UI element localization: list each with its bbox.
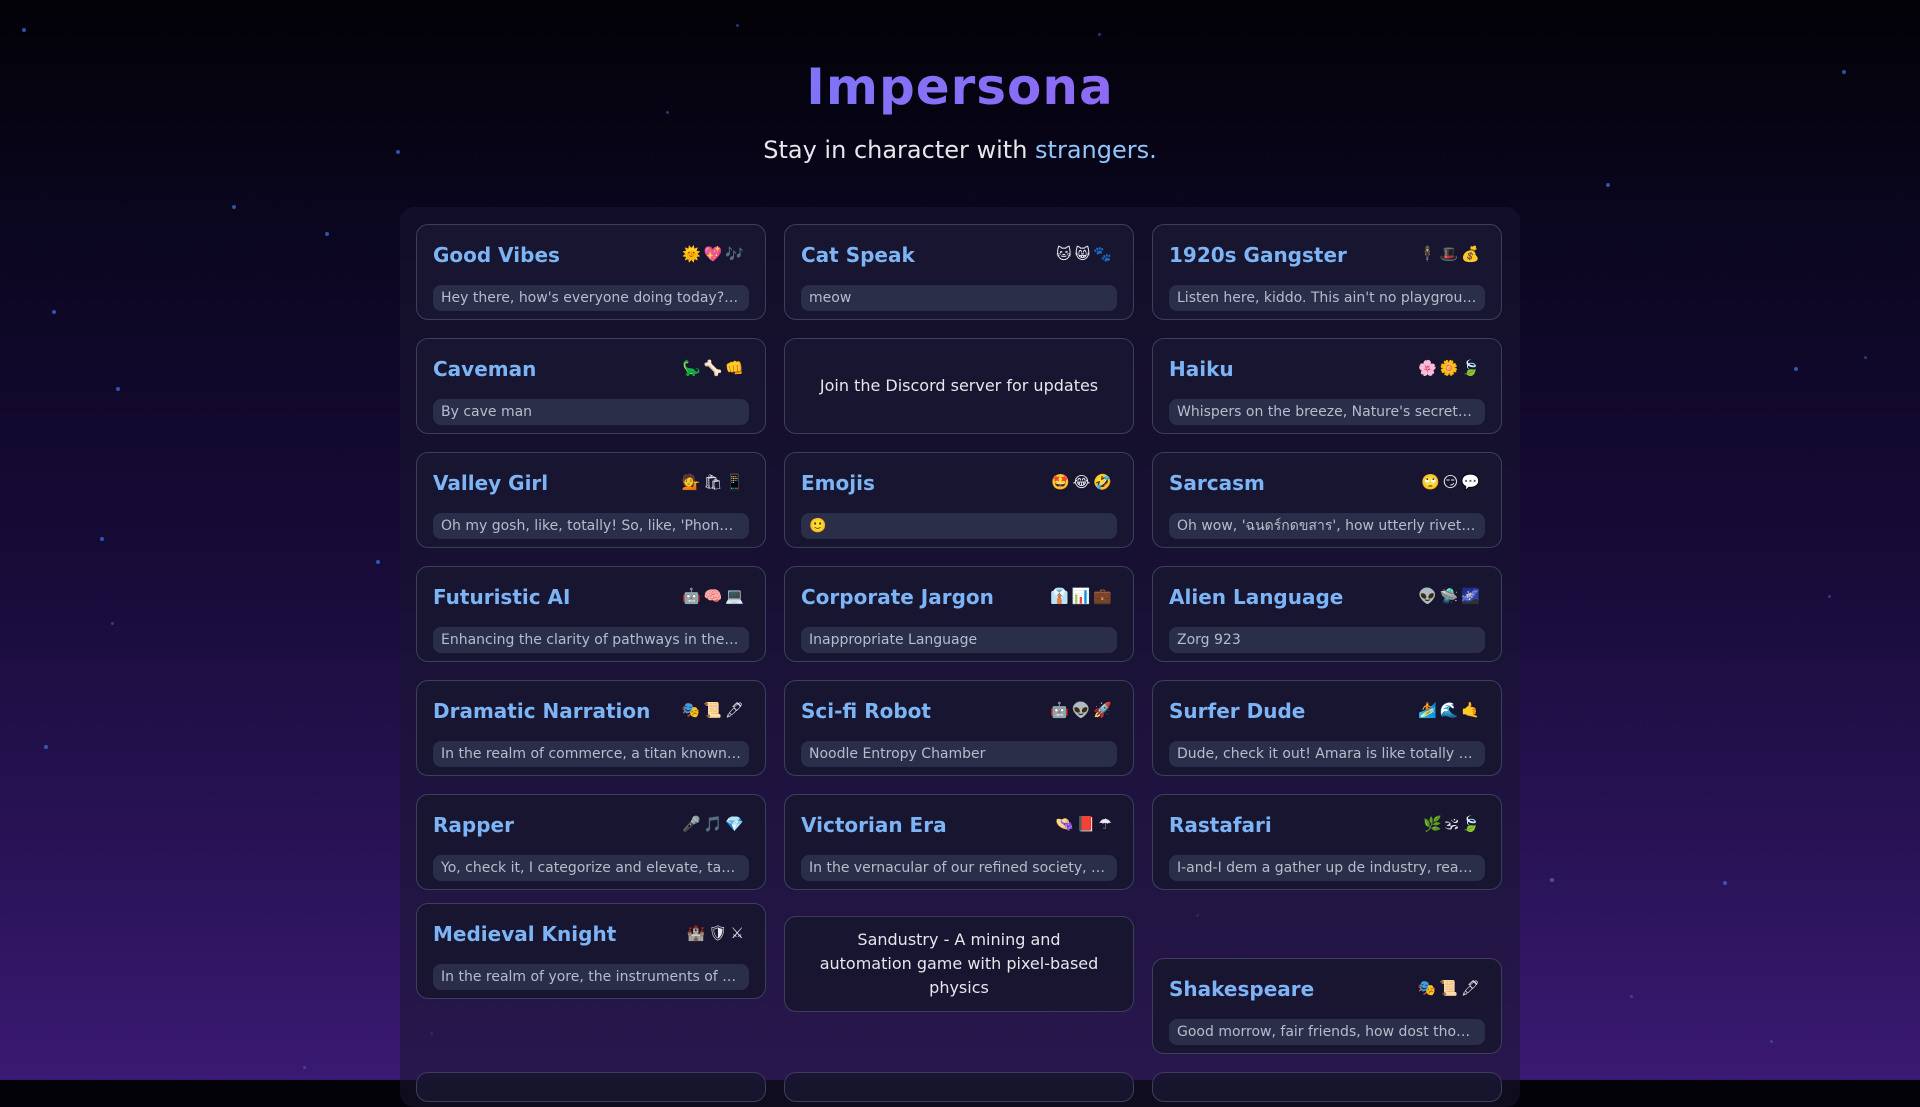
persona-card-emojis[interactable]: Emojis 🤩😂🤣 🙂 bbox=[784, 452, 1134, 548]
persona-card-rapper[interactable]: Rapper 🎤🎵💎 Yo, check it, I categorize an… bbox=[416, 794, 766, 890]
persona-card-partial[interactable] bbox=[784, 1072, 1134, 1102]
app-title: Impersona bbox=[0, 58, 1920, 116]
persona-card-futuristic-ai[interactable]: Futuristic AI 🤖🧠💻 Enhancing the clarity … bbox=[416, 566, 766, 662]
persona-emoji-icons: 👽🛸🌌 bbox=[1417, 587, 1483, 605]
persona-preview: In the realm of yore, the instruments of… bbox=[433, 964, 749, 990]
persona-title: Caveman bbox=[433, 357, 537, 381]
persona-preview: In the realm of commerce, a titan known … bbox=[433, 741, 749, 767]
persona-preview: Dude, check it out! Amara is like totall… bbox=[1169, 741, 1485, 767]
persona-card-sci-fi-robot[interactable]: Sci-fi Robot 🤖👽🚀 Noodle Entropy Chamber bbox=[784, 680, 1134, 776]
persona-title: Sarcasm bbox=[1169, 471, 1265, 495]
persona-title: Victorian Era bbox=[801, 813, 947, 837]
persona-title: Emojis bbox=[801, 471, 875, 495]
persona-emoji-icons: 🏄🌊🤙 bbox=[1417, 701, 1483, 719]
persona-emoji-icons: 🏰🛡⚔ bbox=[686, 924, 747, 942]
persona-card-good-vibes[interactable]: Good Vibes 🌞💖🎶 Hey there, how's everyone… bbox=[416, 224, 766, 320]
persona-preview: Listen here, kiddo. This ain't no playgr… bbox=[1169, 285, 1485, 311]
persona-title: Cat Speak bbox=[801, 243, 915, 267]
persona-card-victorian-era[interactable]: Victorian Era 👒📕☂ In the vernacular of o… bbox=[784, 794, 1134, 890]
persona-preview: meow bbox=[801, 285, 1117, 311]
persona-preview: Hey there, how's everyone doing today? S… bbox=[433, 285, 749, 311]
persona-preview: Zorg 923 bbox=[1169, 627, 1485, 653]
persona-card-surfer-dude[interactable]: Surfer Dude 🏄🌊🤙 Dude, check it out! Amar… bbox=[1152, 680, 1502, 776]
persona-title: Valley Girl bbox=[433, 471, 549, 495]
persona-card-shakespeare[interactable]: Shakespeare 🎭📜🖋 Good morrow, fair friend… bbox=[1152, 958, 1502, 1054]
persona-card-corporate-jargon[interactable]: Corporate Jargon 👔📊💼 Inappropriate Langu… bbox=[784, 566, 1134, 662]
persona-card-valley-girl[interactable]: Valley Girl 💁🛍📱 Oh my gosh, like, totall… bbox=[416, 452, 766, 548]
persona-card-alien-language[interactable]: Alien Language 👽🛸🌌 Zorg 923 bbox=[1152, 566, 1502, 662]
subtitle-text: Stay in character with bbox=[763, 136, 1036, 164]
persona-card-caveman[interactable]: Caveman 🦕🦴👊 By cave man bbox=[416, 338, 766, 434]
persona-card-haiku[interactable]: Haiku 🌸🌼🍃 Whispers on the breeze, Nature… bbox=[1152, 338, 1502, 434]
persona-title: Rapper bbox=[433, 813, 514, 837]
persona-preview: In the vernacular of our refined society… bbox=[801, 855, 1117, 881]
persona-emoji-icons: 🌿🕉🍃 bbox=[1423, 815, 1483, 833]
persona-emoji-icons: 🌸🌼🍃 bbox=[1417, 359, 1483, 377]
persona-emoji-icons: 🕴🎩💰 bbox=[1417, 245, 1483, 263]
persona-preview: Oh my gosh, like, totally! So, like, 'Ph… bbox=[433, 513, 749, 539]
persona-title: Futuristic AI bbox=[433, 585, 571, 609]
persona-title: Sci-fi Robot bbox=[801, 699, 931, 723]
persona-preview: 🙂 bbox=[801, 513, 1117, 539]
persona-card-1920s-gangster[interactable]: 1920s Gangster 🕴🎩💰 Listen here, kiddo. T… bbox=[1152, 224, 1502, 320]
persona-emoji-icons: 🎭📜🖋 bbox=[681, 701, 747, 719]
app-subtitle: Stay in character with strangers. bbox=[0, 136, 1920, 164]
discord-promo-text: Join the Discord server for updates bbox=[819, 376, 1099, 395]
persona-emoji-icons: 👒📕☂ bbox=[1055, 815, 1115, 833]
persona-card-cat-speak[interactable]: Cat Speak 🐱😸🐾 meow bbox=[784, 224, 1134, 320]
persona-preview: Noodle Entropy Chamber bbox=[801, 741, 1117, 767]
persona-preview: Good morrow, fair friends, how dost thou… bbox=[1169, 1019, 1485, 1045]
persona-title: Alien Language bbox=[1169, 585, 1344, 609]
persona-emoji-icons: 🐱😸🐾 bbox=[1056, 245, 1115, 263]
persona-title: Medieval Knight bbox=[433, 922, 617, 946]
persona-title: Shakespeare bbox=[1169, 977, 1315, 1001]
persona-title: Haiku bbox=[1169, 357, 1234, 381]
subtitle-accent: strangers. bbox=[1035, 136, 1157, 164]
persona-card-rastafari[interactable]: Rastafari 🌿🕉🍃 I-and-I dem a gather up de… bbox=[1152, 794, 1502, 890]
discord-promo-card[interactable]: Join the Discord server for updates bbox=[784, 338, 1134, 434]
persona-emoji-icons: 👔📊💼 bbox=[1049, 587, 1115, 605]
persona-emoji-icons: 💁🛍📱 bbox=[681, 473, 747, 491]
persona-emoji-icons: 🎤🎵💎 bbox=[681, 815, 747, 833]
persona-card-dramatic-narration[interactable]: Dramatic Narration 🎭📜🖋 In the realm of c… bbox=[416, 680, 766, 776]
sandustry-promo-text: Sandustry - A mining and automation game… bbox=[819, 930, 1099, 997]
persona-emoji-icons: 🤩😂🤣 bbox=[1051, 473, 1115, 491]
persona-preview: Enhancing the clarity of pathways in the… bbox=[433, 627, 749, 653]
persona-emoji-icons: 🤖🧠💻 bbox=[681, 587, 747, 605]
persona-preview: Yo, check it, I categorize and elevate, … bbox=[433, 855, 749, 881]
persona-card-partial[interactable] bbox=[416, 1072, 766, 1102]
persona-emoji-icons: 🦕🦴👊 bbox=[681, 359, 747, 377]
persona-emoji-icons: 🙄😏💬 bbox=[1421, 473, 1483, 491]
persona-emoji-icons: 🌞💖🎶 bbox=[681, 245, 747, 263]
persona-title: Dramatic Narration bbox=[433, 699, 651, 723]
persona-preview: Whispers on the breeze, Nature's secrets… bbox=[1169, 399, 1485, 425]
persona-emoji-icons: 🎭📜🖋 bbox=[1417, 979, 1483, 997]
persona-title: 1920s Gangster bbox=[1169, 243, 1347, 267]
page-header: Impersona Stay in character with strange… bbox=[0, 58, 1920, 164]
persona-emoji-icons: 🤖👽🚀 bbox=[1049, 701, 1115, 719]
persona-title: Good Vibes bbox=[433, 243, 560, 267]
persona-title: Corporate Jargon bbox=[801, 585, 994, 609]
persona-preview: Oh wow, 'ฉนดร์กดขสาร', how utterly rivet… bbox=[1169, 513, 1485, 539]
persona-card-partial[interactable] bbox=[1152, 1072, 1502, 1102]
persona-title: Rastafari bbox=[1169, 813, 1272, 837]
persona-card-sarcasm[interactable]: Sarcasm 🙄😏💬 Oh wow, 'ฉนดร์กดขสาร', how u… bbox=[1152, 452, 1502, 548]
persona-title: Surfer Dude bbox=[1169, 699, 1306, 723]
sandustry-promo-card[interactable]: Sandustry - A mining and automation game… bbox=[784, 916, 1134, 1012]
persona-preview: Inappropriate Language bbox=[801, 627, 1117, 653]
persona-preview: I-and-I dem a gather up de industry, rea… bbox=[1169, 855, 1485, 881]
persona-card-medieval-knight[interactable]: Medieval Knight 🏰🛡⚔ In the realm of yore… bbox=[416, 903, 766, 999]
persona-preview: By cave man bbox=[433, 399, 749, 425]
